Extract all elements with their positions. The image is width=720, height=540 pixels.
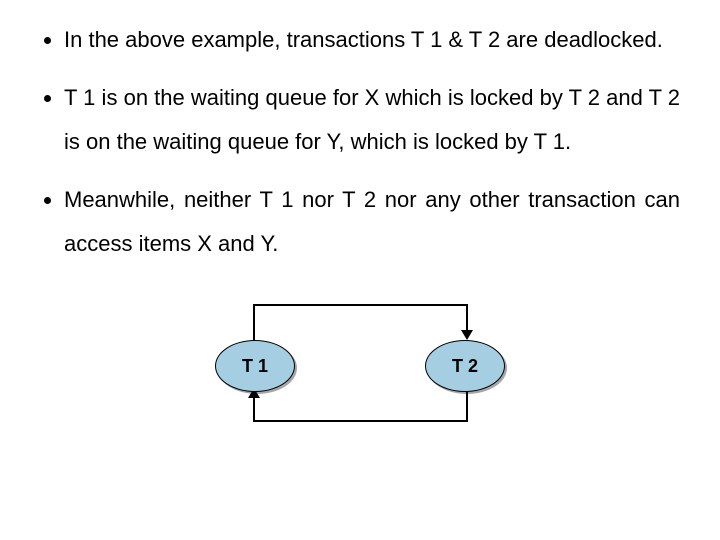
- edge-t1-to-t2-segment: [253, 304, 255, 340]
- bullet-item: Meanwhile, neither T 1 nor T 2 nor any o…: [64, 178, 680, 266]
- bullet-text: In the above example, transactions T 1 &…: [64, 27, 663, 52]
- bullet-item: T 1 is on the waiting queue for X which …: [64, 76, 680, 164]
- node-t1: T 1: [215, 340, 295, 392]
- edge-t2-to-t1-segment: [253, 396, 255, 422]
- arrowhead-icon: [461, 330, 473, 340]
- edge-t2-to-t1-segment: [253, 420, 468, 422]
- node-label: T 2: [452, 356, 478, 377]
- bullet-text: T 1 is on the waiting queue for X which …: [64, 85, 680, 154]
- edge-t2-to-t1-segment: [466, 390, 468, 420]
- node-t2: T 2: [425, 340, 505, 392]
- edge-t1-to-t2-segment: [253, 304, 468, 306]
- bullet-list: In the above example, transactions T 1 &…: [40, 18, 680, 266]
- deadlock-diagram: T 1 T 2: [70, 280, 710, 440]
- bullet-item: In the above example, transactions T 1 &…: [64, 18, 680, 62]
- slide: In the above example, transactions T 1 &…: [0, 0, 720, 540]
- node-label: T 1: [242, 356, 268, 377]
- bullet-text: Meanwhile, neither T 1 nor T 2 nor any o…: [64, 187, 680, 256]
